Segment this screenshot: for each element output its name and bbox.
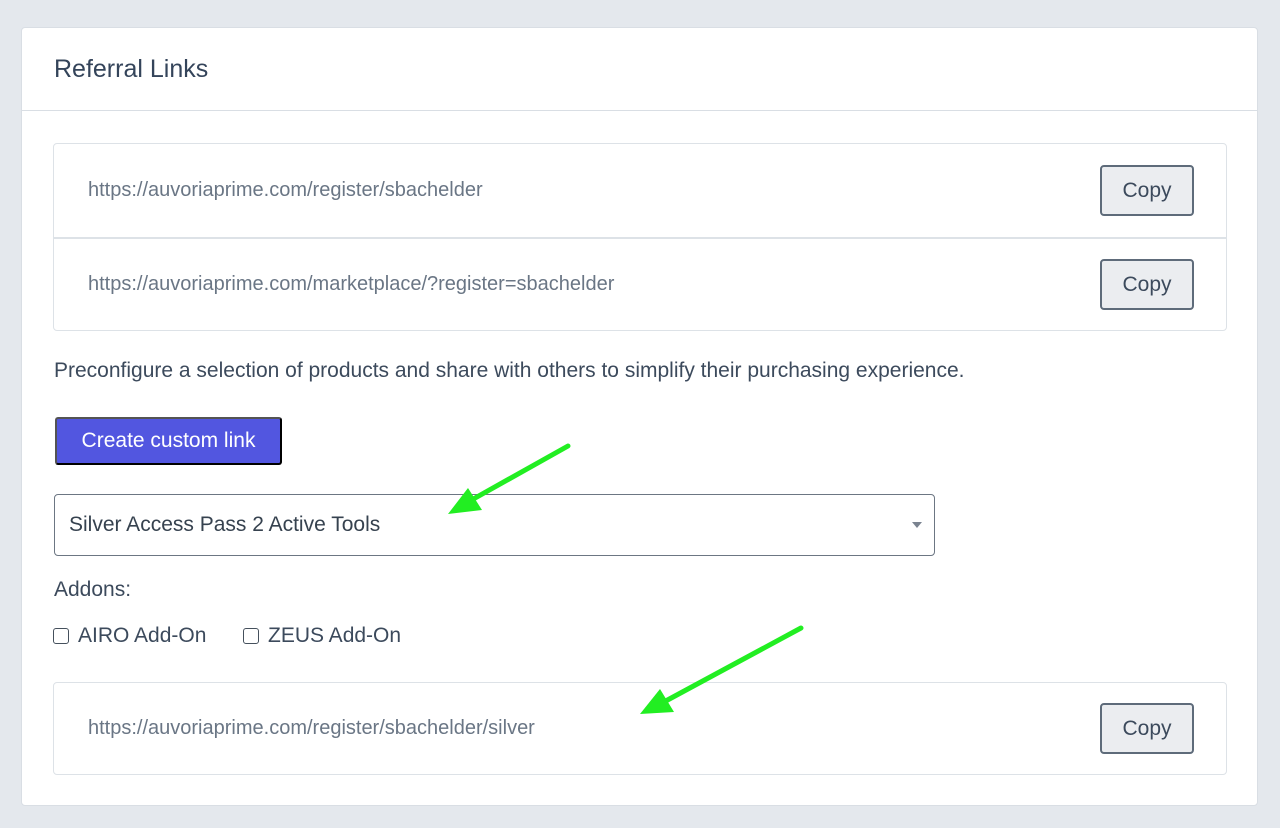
referral-links-list: https://auvoriaprime.com/register/sbache… <box>53 143 1227 331</box>
product-select-value: Silver Access Pass 2 Active Tools <box>69 513 381 536</box>
custom-link-row: https://auvoriaprime.com/register/sbache… <box>54 683 1226 774</box>
chevron-down-icon <box>912 522 922 528</box>
addons-label: Addons: <box>54 578 132 601</box>
addon-zeus-label: ZEUS Add-On <box>268 624 402 647</box>
addon-zeus[interactable]: ZEUS Add-On <box>243 624 401 648</box>
referral-link-url[interactable]: https://auvoriaprime.com/marketplace/?re… <box>88 273 614 296</box>
addon-airo[interactable]: AIRO Add-On <box>53 624 206 648</box>
referral-link-row: https://auvoriaprime.com/register/sbache… <box>54 144 1226 237</box>
create-custom-link-button[interactable]: Create custom link <box>55 417 282 465</box>
copy-button[interactable]: Copy <box>1100 259 1194 310</box>
custom-link-box: https://auvoriaprime.com/register/sbache… <box>53 682 1227 775</box>
referral-link-row: https://auvoriaprime.com/marketplace/?re… <box>54 237 1226 330</box>
addon-airo-checkbox[interactable] <box>53 628 69 644</box>
card-header: Referral Links <box>22 28 1257 111</box>
copy-button[interactable]: Copy <box>1100 703 1194 754</box>
referral-link-url[interactable]: https://auvoriaprime.com/register/sbache… <box>88 179 483 202</box>
addon-airo-label: AIRO Add-On <box>78 624 207 647</box>
custom-link-description: Preconfigure a selection of products and… <box>54 359 965 382</box>
addon-zeus-checkbox[interactable] <box>243 628 259 644</box>
copy-button[interactable]: Copy <box>1100 165 1194 216</box>
referral-links-card: Referral Links https://auvoriaprime.com/… <box>21 27 1258 806</box>
card-title: Referral Links <box>54 54 209 83</box>
product-select[interactable]: Silver Access Pass 2 Active Tools <box>54 494 935 556</box>
custom-link-url[interactable]: https://auvoriaprime.com/register/sbache… <box>88 717 535 740</box>
